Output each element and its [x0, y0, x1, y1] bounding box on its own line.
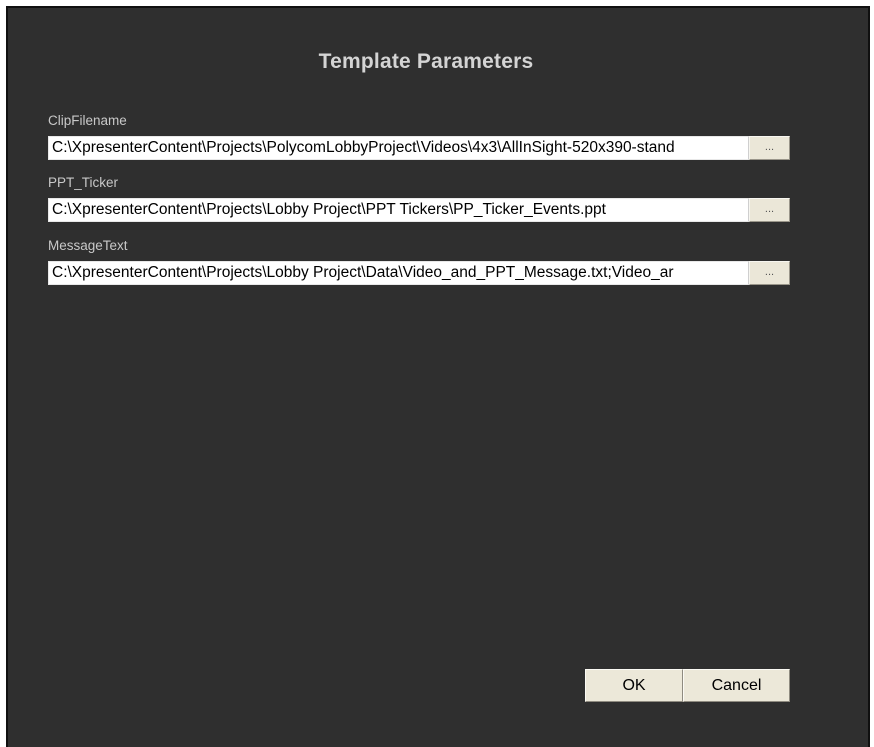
cancel-button[interactable]: Cancel	[683, 669, 790, 702]
ok-button-label: OK	[622, 677, 646, 694]
message-text-input[interactable]: C:\XpresenterContent\Projects\Lobby Proj…	[48, 261, 749, 285]
ppt-ticker-browse-button[interactable]: ...	[749, 198, 790, 222]
clip-filename-label: ClipFilename	[48, 113, 127, 128]
ok-button[interactable]: OK	[585, 669, 683, 702]
clip-filename-browse-button[interactable]: ...	[749, 136, 790, 160]
message-text-label: MessageText	[48, 238, 128, 253]
message-text-browse-button[interactable]: ...	[749, 261, 790, 285]
dialog-title: Template Parameters	[318, 50, 534, 73]
cancel-button-label: Cancel	[711, 677, 762, 694]
template-parameters-dialog: Template Parameters ClipFilename C:\Xpre…	[6, 6, 870, 747]
ppt-ticker-label: PPT_Ticker	[48, 175, 119, 190]
ppt-ticker-input[interactable]: C:\XpresenterContent\Projects\Lobby Proj…	[48, 198, 749, 222]
clip-filename-input[interactable]: C:\XpresenterContent\Projects\PolycomLob…	[48, 136, 749, 160]
